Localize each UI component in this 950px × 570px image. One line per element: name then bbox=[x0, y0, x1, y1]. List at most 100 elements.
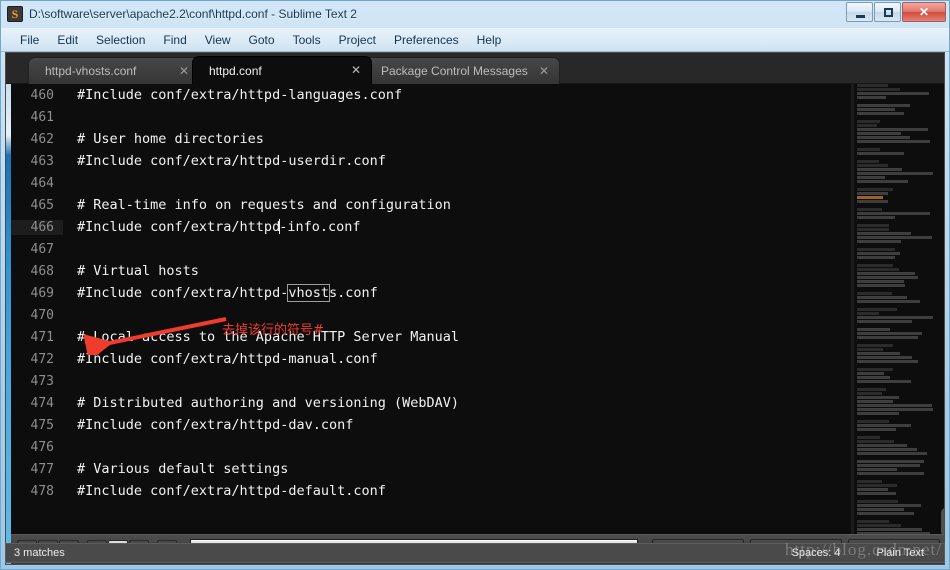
tab-label: httpd.conf bbox=[209, 64, 262, 78]
minimap-line bbox=[857, 84, 888, 87]
minimap-line bbox=[857, 460, 924, 463]
minimap-line bbox=[857, 404, 932, 407]
minimap-line bbox=[857, 512, 914, 515]
line-number: 465 bbox=[11, 198, 63, 213]
code-line[interactable]: 462 # User home directories bbox=[11, 128, 851, 150]
tab-2[interactable]: httpd.conf ✕ bbox=[192, 56, 372, 84]
line-number: 461 bbox=[11, 110, 63, 125]
minimap-line bbox=[857, 212, 930, 215]
code-line[interactable]: 473 bbox=[11, 370, 851, 392]
minimap-line bbox=[857, 480, 882, 483]
annotation-text: 去掉该行的符号# bbox=[222, 319, 324, 338]
menu-item-goto[interactable]: Goto bbox=[240, 31, 284, 49]
line-number: 472 bbox=[11, 352, 63, 367]
code-line[interactable]: 463 #Include conf/extra/httpd-userdir.con… bbox=[11, 150, 851, 172]
minimap-line bbox=[857, 228, 889, 231]
minimap-line bbox=[857, 388, 886, 391]
minimap-line bbox=[857, 180, 908, 183]
maximize-button[interactable] bbox=[874, 2, 901, 22]
tab-3[interactable]: Package Control Messages ✕ bbox=[364, 57, 560, 84]
minimap-line bbox=[857, 196, 883, 199]
menu-item-view[interactable]: View bbox=[196, 31, 240, 49]
code-line[interactable]: 469 #Include conf/extra/httpd-vhosts.conf bbox=[11, 282, 851, 304]
minimap-line bbox=[857, 492, 896, 495]
minimap-line bbox=[857, 120, 880, 123]
code-line[interactable]: 476 bbox=[11, 436, 851, 458]
line-number: 473 bbox=[11, 374, 63, 389]
code-editor[interactable]: 460 #Include conf/extra/httpd-languages.c… bbox=[11, 84, 851, 534]
minimap-line bbox=[857, 520, 889, 523]
tab-1[interactable]: httpd-vhosts.conf ✕ bbox=[28, 57, 200, 84]
menu-bar: File Edit Selection Find View Goto Tools Projec… bbox=[1, 28, 949, 52]
minimap-line bbox=[857, 400, 893, 403]
minimap-line bbox=[857, 392, 882, 395]
tab-close-icon[interactable]: ✕ bbox=[351, 62, 361, 78]
minimap-line bbox=[857, 484, 897, 487]
line-number: 477 bbox=[11, 462, 63, 477]
tab-close-icon[interactable]: ✕ bbox=[179, 63, 189, 79]
code-line[interactable]: 460 #Include conf/extra/httpd-languages.c… bbox=[11, 84, 851, 106]
tab-close-icon[interactable]: ✕ bbox=[539, 63, 549, 79]
code-line[interactable]: 475 #Include conf/extra/httpd-dav.conf bbox=[11, 414, 851, 436]
code-line[interactable]: 464 bbox=[11, 172, 851, 194]
minimap-line bbox=[857, 236, 932, 239]
minimap-line bbox=[857, 216, 895, 219]
menu-item-find[interactable]: Find bbox=[154, 31, 195, 49]
code-line[interactable]: 478 #Include conf/extra/httpd-default.con… bbox=[11, 480, 851, 502]
minimap-line bbox=[857, 428, 896, 431]
syntax-status[interactable]: Plain Text bbox=[877, 547, 925, 559]
code-line[interactable]: 472 #Include conf/extra/httpd-manual.conf bbox=[11, 348, 851, 370]
vertical-scrollbar-thumb[interactable] bbox=[941, 508, 945, 536]
code-line[interactable]: 470 bbox=[11, 304, 851, 326]
minimap[interactable] bbox=[854, 84, 940, 534]
menu-item-project[interactable]: Project bbox=[330, 31, 385, 49]
menu-item-preferences[interactable]: Preferences bbox=[385, 31, 468, 49]
minimize-button[interactable] bbox=[846, 2, 873, 22]
code-line[interactable]: 467 bbox=[11, 238, 851, 260]
close-button[interactable]: ✕ bbox=[902, 2, 946, 22]
minimap-line bbox=[857, 280, 904, 283]
menu-item-file[interactable]: File bbox=[11, 31, 48, 49]
line-number: 460 bbox=[11, 88, 63, 103]
code-text: #Include conf/extra/httpd-manual.conf bbox=[63, 351, 378, 367]
editor-shell: httpd-vhosts.conf ✕ httpd.conf ✕ Package Con… bbox=[5, 52, 945, 565]
search-match-highlight: vhost bbox=[288, 285, 329, 301]
code-line[interactable]: 461 bbox=[11, 106, 851, 128]
minimap-line bbox=[857, 316, 933, 319]
line-number: 471 bbox=[11, 330, 63, 345]
vertical-scrollbar-track[interactable] bbox=[940, 84, 945, 534]
menu-item-edit[interactable]: Edit bbox=[48, 31, 87, 49]
code-line[interactable]: 471 # Local access to the Apache HTTP Ser… bbox=[11, 326, 851, 348]
sublime-text-icon bbox=[7, 6, 23, 22]
menu-item-help[interactable]: Help bbox=[468, 31, 511, 49]
minimap-line bbox=[857, 360, 918, 363]
code-line[interactable]: 474 # Distributed authoring and versionin… bbox=[11, 392, 851, 414]
code-line[interactable]: 465 # Real-time info on requests and conf… bbox=[11, 194, 851, 216]
minimap-line bbox=[857, 412, 899, 415]
code-line[interactable]: 477 # Various default settings bbox=[11, 458, 851, 480]
line-number: 467 bbox=[11, 242, 63, 257]
code-line[interactable]: 466 #Include conf/extra/httpd-info.conf bbox=[11, 216, 851, 238]
minimap-line bbox=[857, 268, 899, 271]
minimap-line bbox=[857, 296, 907, 299]
line-number: 474 bbox=[11, 396, 63, 411]
minimap-line bbox=[857, 104, 910, 107]
minimap-line bbox=[857, 152, 904, 155]
title-bar: D:\software\server\apache2.2\conf\httpd.… bbox=[0, 0, 950, 28]
line-number: 469 bbox=[11, 286, 63, 301]
indentation-status[interactable]: Spaces: 4 bbox=[792, 547, 841, 559]
menu-item-selection[interactable]: Selection bbox=[87, 31, 154, 49]
code-text: # Various default settings bbox=[63, 461, 288, 477]
minimap-line bbox=[857, 284, 905, 287]
minimap-line bbox=[857, 128, 928, 131]
line-number: 470 bbox=[11, 308, 63, 323]
minimap-line bbox=[857, 408, 933, 411]
code-line[interactable]: 468 # Virtual hosts bbox=[11, 260, 851, 282]
minimap-line bbox=[857, 276, 918, 279]
minimap-line bbox=[857, 192, 888, 195]
minimap-line bbox=[857, 200, 888, 203]
line-number: 468 bbox=[11, 264, 63, 279]
minimap-line bbox=[857, 272, 915, 275]
menu-item-tools[interactable]: Tools bbox=[284, 31, 330, 49]
minimap-line bbox=[857, 472, 924, 475]
